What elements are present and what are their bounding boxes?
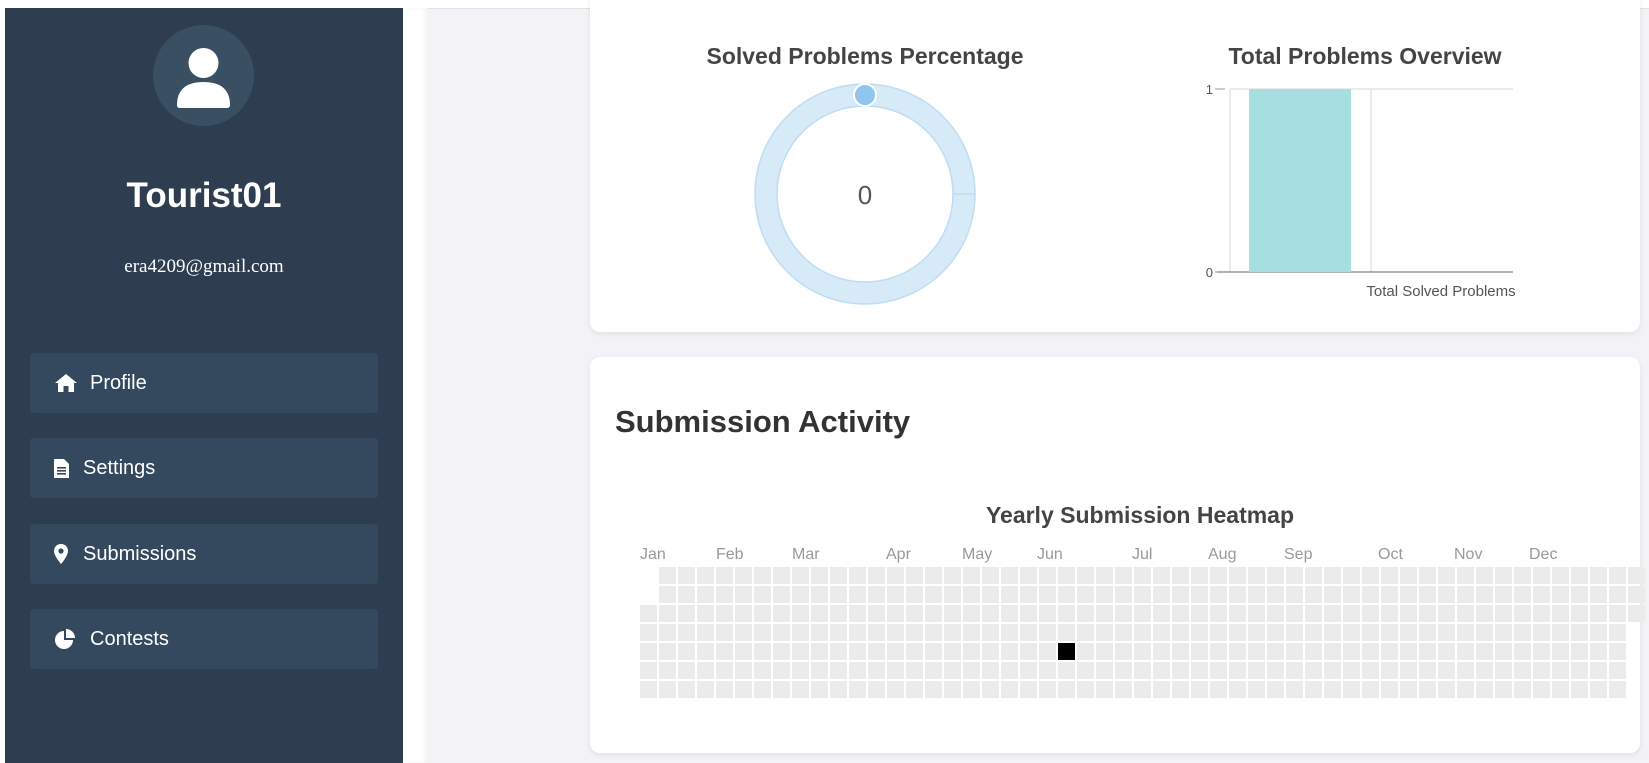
heatmap-month-label: Nov [1454, 546, 1483, 563]
profile-email: era4209@gmail.com [124, 256, 284, 277]
x-axis-label: Total Solved Problems [1366, 283, 1515, 300]
sidebar-item-profile[interactable]: Profile [30, 353, 378, 413]
donut-solved-slice [853, 83, 877, 107]
sidebar-item-settings[interactable]: Settings [30, 438, 378, 498]
heatmap-month-label: Oct [1378, 546, 1403, 563]
bar-total-solved [1249, 89, 1351, 272]
heatmap-month-label: Jan [640, 546, 666, 563]
pie-chart-icon [54, 609, 76, 669]
heatmap-month-label: May [962, 546, 993, 563]
heatmap-title: Yearly Submission Heatmap [985, 502, 1295, 528]
sidebar-item-label: Profile [90, 372, 147, 394]
sidebar-item-contests[interactable]: Contests [30, 609, 378, 669]
solved-chart-title: Solved Problems Percentage [706, 43, 1024, 69]
y-tick-label: 0 [1206, 265, 1213, 280]
heatmap-month-label: Sep [1284, 546, 1313, 563]
home-icon [54, 353, 78, 413]
map-pin-icon [54, 524, 68, 584]
heatmap-month-label: Jul [1132, 546, 1153, 563]
heatmap-month-label: Feb [716, 546, 744, 563]
donut-center-value: 0 [858, 180, 872, 210]
sidebar-item-submissions[interactable]: Submissions [30, 524, 378, 584]
activity-heading: Submission Activity [615, 404, 911, 439]
y-tick-label: 1 [1206, 82, 1213, 97]
sidebar-item-label: Contests [90, 628, 169, 650]
heatmap-month-label: Jun [1037, 546, 1063, 563]
sidebar-item-label: Submissions [83, 543, 197, 565]
solved-donut-chart: 0 [754, 83, 976, 305]
avatar [153, 25, 254, 126]
total-bar-chart: 1 0 Total Solved Problems [1206, 82, 1516, 300]
heatmap-month-label: Dec [1529, 546, 1558, 563]
heatmap-month-label: Mar [792, 546, 820, 563]
total-chart-title: Total Problems Overview [1228, 43, 1502, 69]
user-icon [177, 48, 230, 108]
heatmap-month-label: Apr [886, 546, 911, 563]
heatmap-month-label: Aug [1208, 546, 1237, 563]
profile-username: Tourist01 [126, 176, 282, 215]
content-gutter [403, 8, 428, 763]
document-icon [54, 438, 69, 498]
sidebar-item-label: Settings [83, 457, 156, 479]
